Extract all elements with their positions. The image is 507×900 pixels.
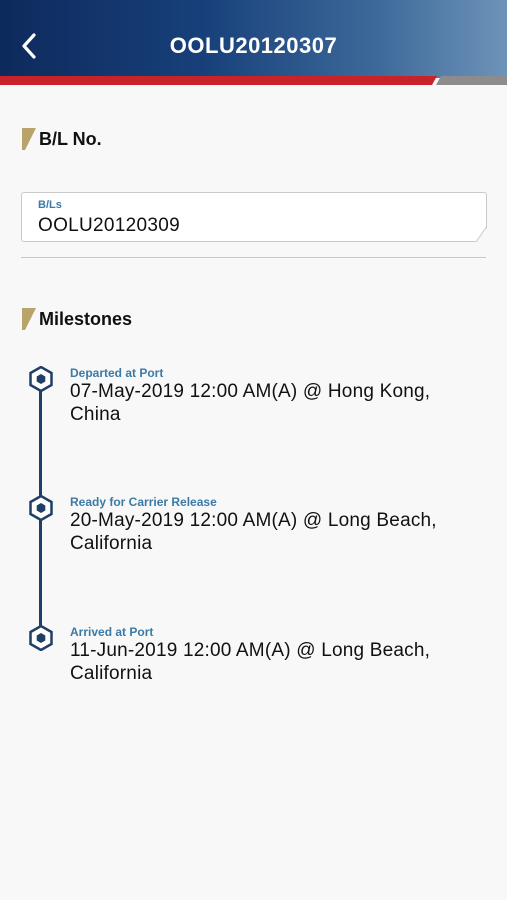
- app-header: OOLU20120307: [0, 0, 507, 78]
- page-title: OOLU20120307: [169, 33, 338, 58]
- milestone-label: Ready for Carrier Release: [70, 495, 217, 509]
- hexagon-milestone-icon: [29, 495, 53, 521]
- bl-section-header: B/L No.: [22, 128, 102, 150]
- bl-field-value[interactable]: OOLU20120309: [38, 215, 180, 237]
- bl-field-corner: [476, 226, 488, 242]
- milestone-label: Departed at Port: [70, 366, 164, 380]
- hexagon-milestone-icon: [29, 366, 53, 392]
- milestone-value: 20-May-2019 12:00 AM(A) @ Long Beach, Ca…: [70, 510, 437, 554]
- hexagon-milestone-icon: [29, 625, 53, 651]
- bl-section-title: B/L No.: [39, 128, 102, 149]
- milestone-value: 11-Jun-2019 12:00 AM(A) @ Long Beach, Ca…: [70, 640, 431, 684]
- bl-field-label: B/Ls: [38, 199, 62, 211]
- section-flag-icon: [22, 128, 36, 150]
- header-stripe: [0, 76, 507, 85]
- milestones-section-header: Milestones: [22, 308, 132, 330]
- milestone-label: Arrived at Port: [70, 625, 154, 639]
- divider: [21, 257, 486, 258]
- milestone-value: 07-May-2019 12:00 AM(A) @ Hong Kong, Chi…: [70, 381, 431, 425]
- section-flag-icon: [22, 308, 36, 330]
- milestones-section-title: Milestones: [39, 308, 133, 329]
